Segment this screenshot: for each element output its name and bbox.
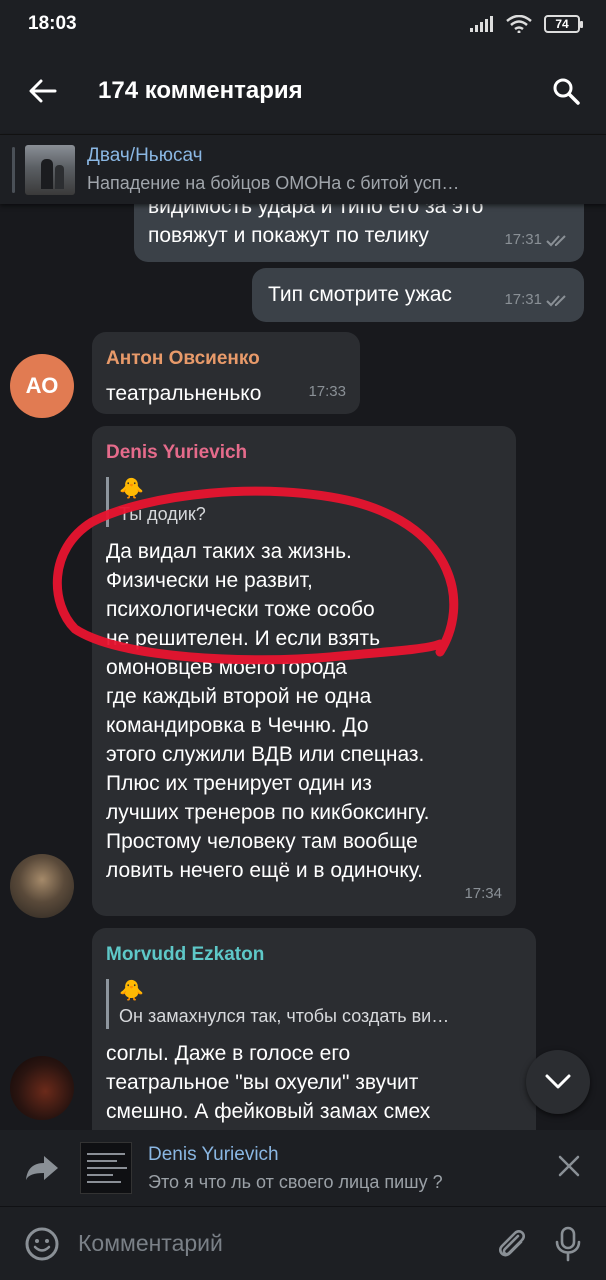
reply-quote[interactable]: 🐥 Он замахнулся так, чтобы создать ви… bbox=[106, 979, 522, 1029]
attach-button[interactable] bbox=[494, 1226, 528, 1262]
avatar[interactable]: АО bbox=[10, 354, 74, 418]
message-bubble-incoming[interactable]: Антон Овсиенко театральненько 17:33 bbox=[92, 332, 360, 414]
search-button[interactable] bbox=[526, 48, 606, 134]
comment-input[interactable]: Комментарий bbox=[78, 1230, 223, 1257]
app-header: 174 комментария bbox=[0, 48, 606, 134]
status-time: 18:03 bbox=[28, 13, 77, 34]
chevron-down-icon bbox=[545, 1074, 571, 1089]
avatar[interactable] bbox=[10, 1056, 74, 1120]
reply-emoji: 🐥 bbox=[119, 980, 144, 1002]
back-button[interactable] bbox=[0, 48, 86, 134]
page-title: 174 комментария bbox=[98, 77, 303, 104]
sender-name[interactable]: Антон Овсиенко bbox=[106, 344, 346, 373]
arrow-left-icon bbox=[29, 79, 57, 103]
text-line: этого служили ВДВ или спецназ. bbox=[106, 743, 425, 766]
pinned-channel-name: Двач/Ньюсач bbox=[87, 145, 203, 166]
close-icon bbox=[558, 1155, 580, 1176]
double-check-icon bbox=[546, 234, 566, 246]
text-line: Да видал таких за жизнь. bbox=[106, 540, 352, 563]
reply-text: Ты додик? bbox=[119, 504, 206, 524]
message-meta: 17:31 bbox=[504, 225, 570, 254]
message-time: 17:31 bbox=[504, 291, 542, 308]
message-bubble-incoming[interactable]: Morvudd Ezkaton 🐥 Он замахнулся так, что… bbox=[92, 928, 536, 1130]
message-time: 17:34 bbox=[464, 885, 502, 902]
text-line: ловить нечего ещё и в одиночку. bbox=[106, 859, 423, 882]
pinned-thumbnail bbox=[25, 144, 75, 195]
text-line: не решителен. И если взять bbox=[106, 627, 381, 650]
reply-sender-name: Denis Yurievich bbox=[148, 1143, 279, 1165]
paperclip-icon bbox=[499, 1229, 525, 1256]
message-bubble-outgoing[interactable]: Тип смотрите ужас 17:31 bbox=[252, 268, 584, 322]
message-text: видимость удара и типо его за это bbox=[148, 204, 484, 218]
voice-button[interactable] bbox=[554, 1226, 582, 1262]
sender-name[interactable]: Denis Yurievich bbox=[106, 438, 502, 467]
text-line: где каждый второй не одна bbox=[106, 685, 372, 708]
battery-icon: 74 bbox=[544, 15, 583, 33]
reply-arrow-icon bbox=[26, 1156, 58, 1180]
message-list[interactable]: видимость удара и типо его за это повяжу… bbox=[0, 204, 606, 1130]
sender-name[interactable]: Morvudd Ezkaton bbox=[106, 940, 522, 969]
status-icons: 74 bbox=[470, 15, 583, 33]
emoji-icon bbox=[25, 1227, 59, 1260]
reply-text: Он замахнулся так, чтобы создать ви… bbox=[119, 1006, 450, 1026]
message-time: 17:33 bbox=[308, 383, 346, 400]
reply-preview-bar[interactable]: Denis Yurievich Это я что ль от своего л… bbox=[0, 1130, 606, 1206]
wifi-icon bbox=[506, 15, 532, 33]
reply-info: Denis Yurievich Это я что ль от своего л… bbox=[148, 1144, 443, 1193]
reply-thumbnail bbox=[80, 1142, 132, 1194]
message-bubble-incoming[interactable]: Denis Yurievich 🐥 Ты додик? Да видал так… bbox=[92, 426, 516, 916]
pinned-indicator bbox=[12, 146, 15, 193]
double-check-icon bbox=[546, 294, 566, 306]
text-line: театральное "вы охуели" звучит bbox=[106, 1071, 419, 1094]
text-line: психологически тоже особо bbox=[106, 598, 375, 621]
message-input-bar: Комментарий bbox=[0, 1206, 606, 1280]
text-line: Простому человеку там вообще bbox=[106, 830, 418, 853]
emoji-button[interactable] bbox=[24, 1226, 60, 1262]
message-text: соглы. Даже в голосе его театральное "вы… bbox=[106, 1039, 522, 1126]
search-icon bbox=[553, 78, 580, 105]
message-time: 17:31 bbox=[504, 231, 542, 248]
scroll-down-button[interactable] bbox=[526, 1050, 590, 1114]
text-line: смешно. А фейковый замах смех bbox=[106, 1100, 431, 1123]
message-meta: 17:31 bbox=[504, 285, 570, 314]
microphone-icon bbox=[555, 1226, 581, 1261]
message-meta: 17:34 bbox=[464, 879, 502, 908]
text-line: соглы. Даже в голосе его bbox=[106, 1042, 351, 1065]
pinned-message[interactable]: Двач/Ньюсач Нападение на бойцов ОМОНа с … bbox=[0, 134, 606, 204]
pinned-message-text: Нападение на бойцов ОМОНа с битой усп… bbox=[87, 173, 460, 193]
message-bubble-outgoing[interactable]: видимость удара и типо его за это повяжу… bbox=[134, 204, 584, 262]
battery-level: 74 bbox=[555, 17, 569, 31]
avatar-initials: АО bbox=[25, 373, 59, 398]
reply-quote[interactable]: 🐥 Ты додик? bbox=[106, 477, 502, 527]
message-text: Да видал таких за жизнь. Физически не ра… bbox=[106, 537, 502, 885]
text-line: командировка в Чечню. До bbox=[106, 714, 369, 737]
pinned-text: Двач/Ньюсач Нападение на бойцов ОМОНа с … bbox=[87, 145, 547, 194]
reply-emoji: 🐥 bbox=[119, 478, 144, 500]
signal-icon bbox=[470, 16, 493, 32]
text-line: Физически не развит, bbox=[106, 569, 313, 592]
avatar[interactable] bbox=[10, 854, 74, 918]
text-line: Плюс их тренирует один из bbox=[106, 772, 372, 795]
reply-message-text: Это я что ль от своего лица пишу ? bbox=[148, 1171, 443, 1192]
text-line: лучших тренеров по кикбоксингу. bbox=[106, 801, 430, 824]
message-meta: 17:33 bbox=[308, 377, 346, 406]
status-bar: 18:03 74 bbox=[0, 0, 606, 48]
close-reply-button[interactable] bbox=[558, 1155, 580, 1182]
text-line: омоновцев моего города bbox=[106, 656, 347, 679]
